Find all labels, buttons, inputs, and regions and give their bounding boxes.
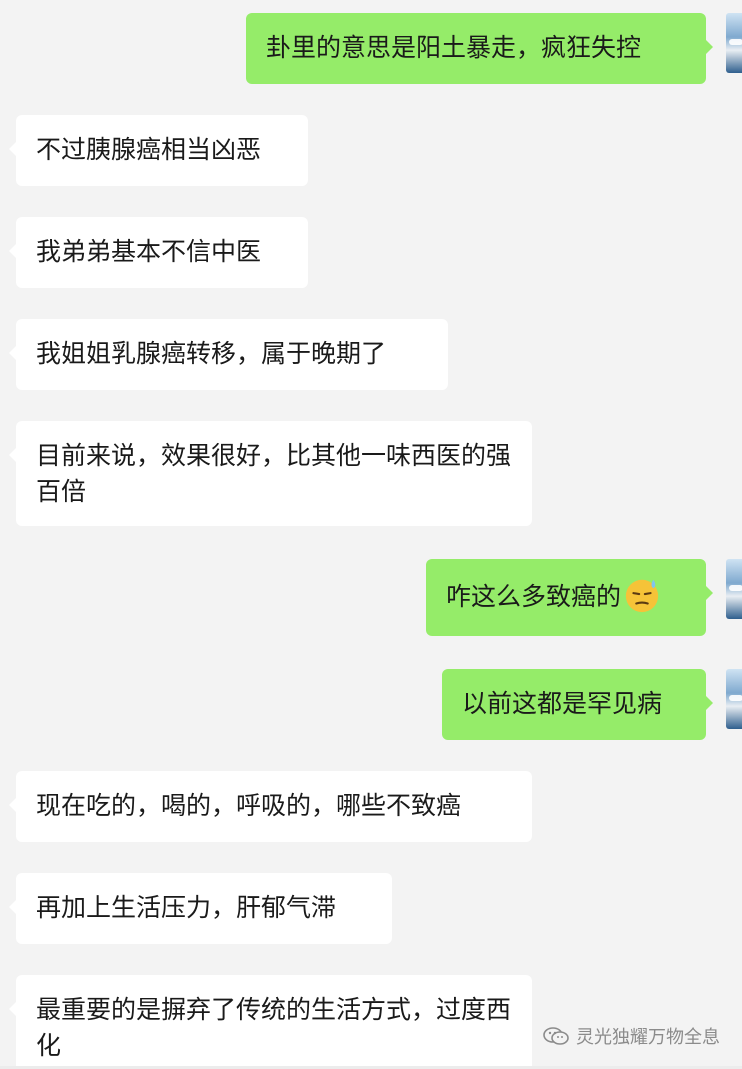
message-text: 我弟弟基本不信中医 [36, 237, 262, 266]
message-text: 现在吃的，喝的，呼吸的，哪些不致癌 [36, 791, 462, 820]
message-bubble-incoming[interactable]: 不过胰腺癌相当凶恶 [9, 115, 308, 186]
message-bubble-outgoing[interactable]: 咋这么多致癌的 [426, 559, 713, 636]
message-bubble-incoming[interactable]: 再加上生活压力，肝郁气滞 [9, 873, 392, 944]
message-bubble-incoming[interactable]: 现在吃的，喝的，呼吸的，哪些不致癌 [9, 771, 532, 842]
message-text: 最重要的是摒弃了传统的生活方式，过度西化 [36, 995, 512, 1060]
chat-window: 卦里的意思是阳土暴走，疯狂失控 不过胰腺癌相当凶恶 我弟弟基本不信中医 我姐姐乳… [0, 0, 742, 1069]
message-text: 我姐姐乳腺癌转移，属于晚期了 [36, 339, 387, 368]
wechat-official-account-icon [543, 1027, 569, 1045]
message-bubble-incoming[interactable]: 我弟弟基本不信中医 [9, 217, 308, 288]
message-bubble-outgoing[interactable]: 卦里的意思是阳土暴走，疯狂失控 [246, 13, 713, 84]
message-bubble-incoming[interactable]: 我姐姐乳腺癌转移，属于晚期了 [9, 319, 448, 390]
watermark-text: 灵光独耀万物全息 [576, 1027, 720, 1048]
message-text: 目前来说，效果很好，比其他一味西医的强百倍 [36, 441, 512, 506]
message-bubble-outgoing[interactable]: 以前这都是罕见病 [442, 669, 713, 740]
message-text: 不过胰腺癌相当凶恶 [36, 135, 262, 164]
avatar[interactable] [726, 669, 742, 729]
message-bubble-incoming[interactable]: 最重要的是摒弃了传统的生活方式，过度西化 [9, 975, 532, 1069]
message-bubble-incoming[interactable]: 目前来说，效果很好，比其他一味西医的强百倍 [9, 421, 532, 526]
sweat-smile-icon [625, 579, 659, 613]
watermark: 灵光独耀万物全息 [542, 1023, 720, 1049]
message-text: 咋这么多致癌的 [446, 582, 622, 611]
message-text: 卦里的意思是阳土暴走，疯狂失控 [266, 33, 642, 62]
message-text: 再加上生活压力，肝郁气滞 [36, 893, 337, 922]
avatar[interactable] [726, 559, 742, 619]
message-text: 以前这都是罕见病 [462, 689, 663, 718]
avatar[interactable] [726, 13, 742, 73]
